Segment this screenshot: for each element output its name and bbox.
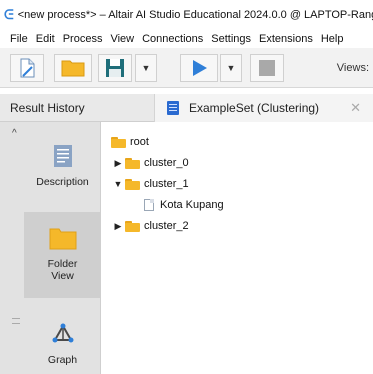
tree-node-cluster-1[interactable]: ▼ cluster_1	[113, 178, 189, 190]
folder-tree: root ▶ cluster_0 ▼ cluster_1 Kota Kupang…	[102, 122, 373, 374]
close-tab-icon[interactable]: ✕	[350, 100, 361, 116]
tree-node-cluster-2[interactable]: ▶ cluster_2	[113, 220, 189, 232]
tree-node-root-label: root	[130, 136, 149, 148]
stop-icon	[259, 60, 275, 76]
sidebar-item-folder-label-1: Folder	[47, 258, 78, 270]
window-title: <new process*> – Altair AI Studio Educat…	[17, 9, 373, 21]
title-bar: ᕮ <new process*> – Altair AI Studio Educ…	[0, 0, 373, 30]
play-icon	[193, 60, 207, 76]
chevron-down-icon: ▼	[141, 63, 151, 73]
open-process-button[interactable]	[54, 54, 92, 82]
tab-exampleset-clustering[interactable]: ExampleSet (Clustering) ✕	[154, 94, 373, 122]
main-toolbar: ▼ ▼ Views:	[0, 48, 373, 88]
sidebar-item-graph[interactable]: Graph	[24, 300, 101, 374]
app-logo-icon: ᕮ	[4, 7, 14, 22]
menu-edit[interactable]: Edit	[32, 33, 59, 45]
tab-result-history[interactable]: Result History	[10, 94, 85, 122]
collapse-arrow-icon[interactable]: ▼	[113, 179, 123, 189]
sidebar-item-folder-label-2: View	[51, 270, 74, 282]
menu-settings[interactable]: Settings	[207, 33, 255, 45]
sidebar-item-description[interactable]: Description	[24, 130, 101, 210]
tab-result-history-label: Result History	[10, 101, 85, 115]
data-table-icon	[167, 101, 179, 115]
chevron-down-icon: ▼	[226, 63, 236, 73]
folder-view-icon	[49, 228, 76, 250]
save-process-button[interactable]	[98, 54, 132, 82]
document-icon	[144, 199, 154, 211]
menu-file[interactable]: File	[0, 33, 32, 45]
stop-process-button[interactable]	[250, 54, 284, 82]
views-label: Views:	[336, 62, 369, 74]
results-tab-bar: Result History ExampleSet (Clustering) ✕	[0, 94, 373, 122]
folder-icon	[125, 220, 140, 232]
open-folder-icon	[61, 60, 85, 77]
save-disk-icon	[106, 59, 124, 77]
tree-node-kota-kupang-label: Kota Kupang	[160, 199, 224, 211]
tree-node-root[interactable]: root	[111, 136, 149, 148]
menu-bar: File Edit Process View Connections Setti…	[0, 30, 373, 48]
description-document-icon	[53, 145, 72, 167]
resize-grip-icon[interactable]	[12, 318, 20, 324]
sidebar-item-folder-view[interactable]: Folder View	[24, 212, 101, 298]
tree-node-cluster-2-label: cluster_2	[144, 220, 189, 232]
graph-icon	[52, 323, 73, 343]
menu-connections[interactable]: Connections	[138, 33, 207, 45]
tree-node-cluster-0-label: cluster_0	[144, 157, 189, 169]
expand-arrow-icon[interactable]: ▶	[113, 221, 123, 232]
folder-icon	[125, 178, 140, 190]
sidebar-item-graph-label: Graph	[47, 354, 78, 366]
tree-node-kota-kupang[interactable]: Kota Kupang	[144, 199, 224, 211]
run-options-dropdown[interactable]: ▼	[220, 54, 242, 82]
sidebar-item-description-label: Description	[36, 176, 89, 188]
folder-icon	[125, 157, 140, 169]
collapse-caret-icon[interactable]: ^	[12, 128, 17, 139]
menu-extensions[interactable]: Extensions	[255, 33, 317, 45]
new-document-icon	[20, 58, 35, 78]
tree-node-cluster-1-label: cluster_1	[144, 178, 189, 190]
view-sidebar: ^ Description Folder View Graph	[0, 122, 101, 374]
menu-help[interactable]: Help	[317, 33, 348, 45]
folder-icon	[111, 136, 126, 148]
menu-view[interactable]: View	[106, 33, 138, 45]
run-process-button[interactable]	[180, 54, 218, 82]
tree-node-cluster-0[interactable]: ▶ cluster_0	[113, 157, 189, 169]
menu-process[interactable]: Process	[59, 33, 107, 45]
save-options-dropdown[interactable]: ▼	[135, 54, 157, 82]
new-process-button[interactable]	[10, 54, 44, 82]
expand-arrow-icon[interactable]: ▶	[113, 158, 123, 169]
tab-exampleset-label: ExampleSet (Clustering)	[189, 101, 320, 115]
